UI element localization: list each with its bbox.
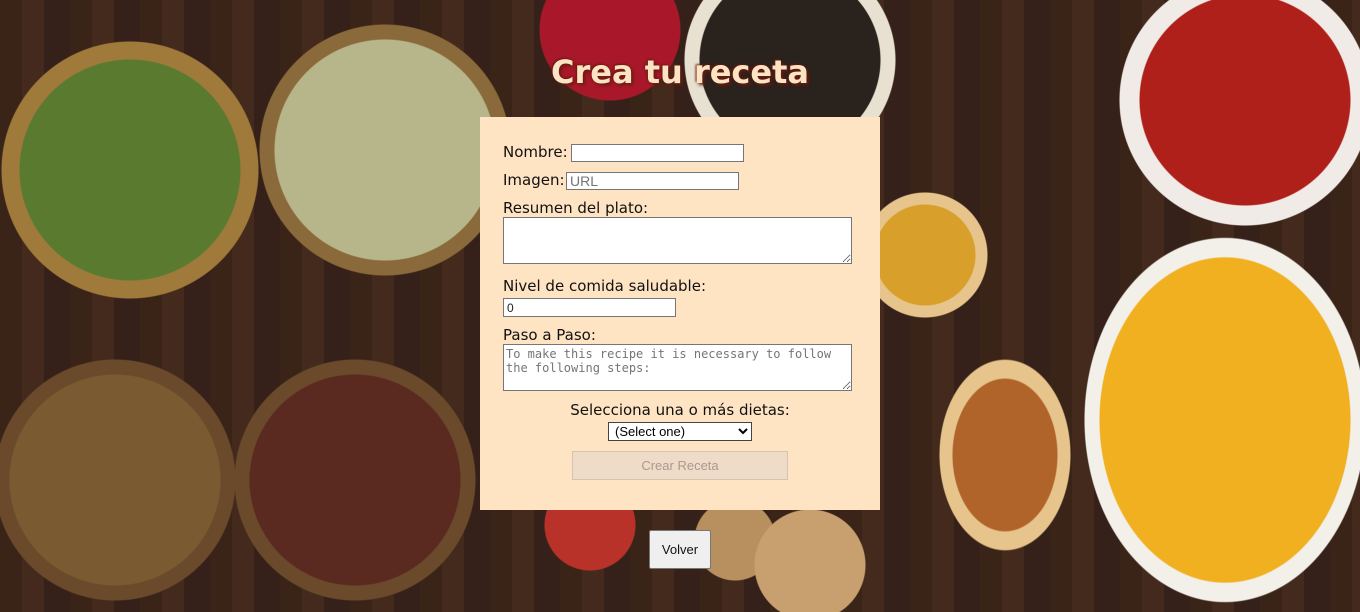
resumen-label: Resumen del plato: bbox=[503, 199, 649, 217]
imagen-label: Imagen: bbox=[503, 171, 565, 189]
dietas-label: Selecciona una o más dietas: bbox=[570, 401, 790, 419]
nivel-label: Nivel de comida saludable: bbox=[503, 277, 706, 295]
nombre-input[interactable] bbox=[571, 144, 744, 162]
nivel-input[interactable] bbox=[503, 298, 676, 317]
volver-button[interactable]: Volver bbox=[649, 530, 711, 569]
imagen-url-input[interactable] bbox=[566, 172, 739, 190]
recipe-form: Nombre: Imagen: Resumen del plato: Nivel… bbox=[480, 117, 880, 510]
dietas-select[interactable]: (Select one) bbox=[608, 422, 752, 441]
resumen-textarea[interactable] bbox=[503, 217, 852, 264]
crear-receta-button[interactable]: Crear Receta bbox=[572, 451, 788, 480]
page-title: Crea tu receta bbox=[551, 53, 809, 91]
paso-label: Paso a Paso: bbox=[503, 326, 596, 344]
nombre-label: Nombre: bbox=[503, 143, 568, 161]
paso-textarea[interactable] bbox=[503, 344, 852, 391]
